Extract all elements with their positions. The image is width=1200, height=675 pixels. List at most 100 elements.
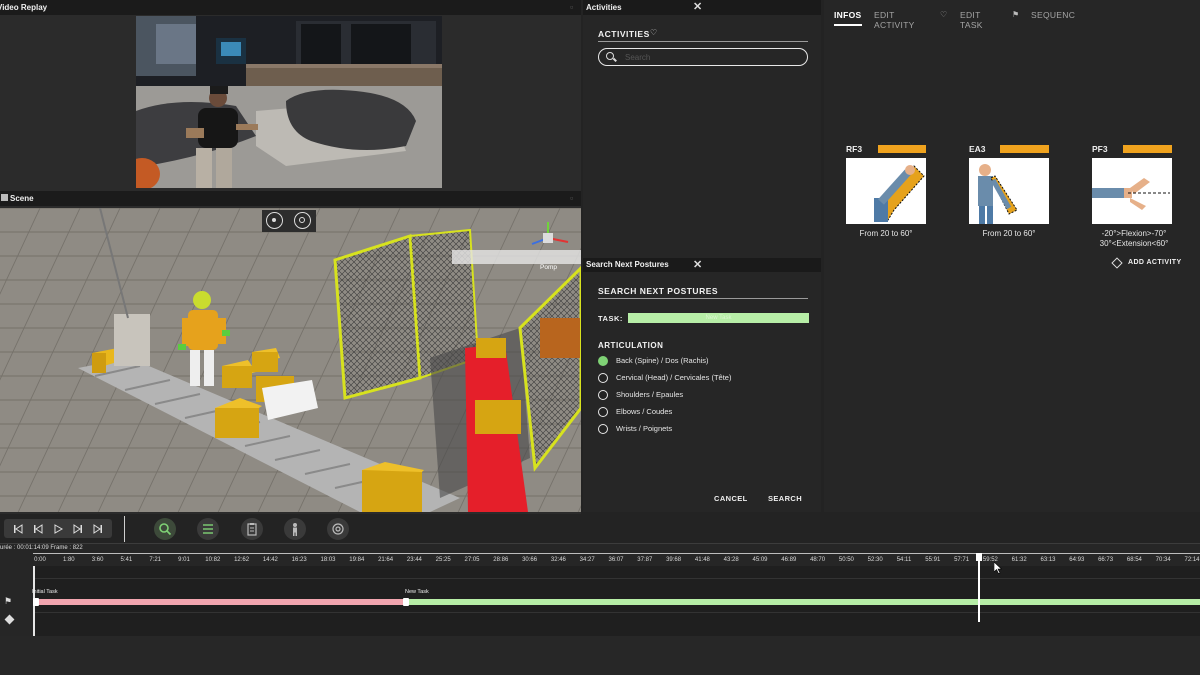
search-icon-handle	[613, 57, 617, 62]
flag-icon: ⚑	[4, 596, 13, 606]
toolbar-separator	[124, 516, 125, 542]
articulation-option-shoulders[interactable]: Shoulders / Epaules	[598, 389, 798, 401]
timeline-track-row	[33, 578, 1200, 579]
timeline-tick-label: 10:82	[205, 557, 221, 563]
task-bar-new[interactable]	[406, 599, 1200, 605]
timeline-tick-label: 7:21	[149, 557, 162, 563]
tab-infos[interactable]: INFOS	[834, 10, 861, 20]
timeline-top-border	[0, 543, 1200, 544]
shoulder-abduction-figure	[978, 164, 1018, 224]
list-icon	[203, 524, 213, 534]
search-posture-button[interactable]	[154, 518, 176, 540]
step-forward-icon[interactable]	[70, 521, 85, 536]
radio-icon	[598, 373, 608, 383]
task-value-field[interactable]: New Task	[628, 313, 809, 323]
search-button[interactable]: SEARCH	[768, 494, 802, 503]
timeline-playhead[interactable]	[978, 553, 980, 622]
posture-card-image[interactable]	[969, 158, 1049, 224]
mouse-cursor-icon	[993, 561, 1003, 579]
back-flexion-figure	[874, 165, 925, 222]
articulation-option-back[interactable]: Back (Spine) / Dos (Rachis)	[598, 355, 798, 367]
posture-card-range: From 20 to 60°	[982, 229, 1036, 238]
posture-card-code: RF3	[846, 144, 863, 154]
timeline-tick-label: 25:25	[435, 557, 451, 563]
posture-card-image[interactable]	[1092, 158, 1172, 224]
avatar-button[interactable]	[284, 518, 306, 540]
posture-card-image[interactable]	[846, 158, 926, 224]
skip-end-icon[interactable]	[90, 521, 105, 536]
task-label-new: New Task	[405, 589, 429, 595]
timeline-tick-label: 43:28	[723, 557, 739, 563]
scene-header: Scene ▫	[0, 191, 581, 206]
timeline-tick-label: 36:07	[608, 557, 624, 563]
timeline-tick-label: 57:71	[954, 557, 970, 563]
scene-menu-icon[interactable]: ▫	[570, 191, 573, 206]
timeline-tick-label: 9:01	[178, 557, 190, 563]
tab-sequence[interactable]: SEQUENC	[1031, 10, 1075, 20]
step-back-icon[interactable]	[30, 521, 45, 536]
target-icon	[332, 523, 344, 535]
add-activity-button[interactable]: ADD ACTIVITY	[1128, 259, 1182, 266]
timeline-tick-label: 70:34	[1155, 557, 1171, 563]
articulation-option-cervical[interactable]: Cervical (Head) / Cervicales (Tête)	[598, 372, 798, 384]
articulation-option-elbows[interactable]: Elbows / Coudes	[598, 406, 798, 418]
settings-button[interactable]	[327, 518, 349, 540]
radio-icon	[598, 424, 608, 434]
articulation-option-wrists[interactable]: Wrists / Poignets	[598, 423, 798, 435]
list-button[interactable]	[197, 518, 219, 540]
activities-search-input[interactable]	[625, 51, 795, 63]
playback-toolbar	[0, 514, 1200, 544]
infos-panel	[824, 0, 1200, 512]
timeline-tick-label: 3:60	[91, 557, 104, 563]
tab-edit-activity[interactable]: EDIT ACTIVITY	[874, 10, 915, 30]
infos-topbar	[583, 0, 821, 15]
articulation-label: Wrists / Poignets	[616, 424, 673, 433]
posture-card-bar	[1000, 145, 1049, 153]
activities-divider	[598, 41, 808, 42]
timeline-time-info: urée : 00:01:14:09 Frame : 822	[0, 545, 83, 551]
edit-task-flag-icon: ⚑	[1012, 10, 1020, 19]
search-postures-title: Search Next Postures	[586, 260, 669, 269]
search-postures-divider	[598, 298, 808, 299]
tab-edit-task[interactable]: EDIT TASK	[960, 10, 983, 30]
timeline-tick-label: 63:13	[1040, 557, 1056, 563]
scene-viewport[interactable]: Pomp	[0, 208, 581, 512]
timeline-tick-label: 32:46	[550, 557, 566, 563]
view-orbit-icon[interactable]	[266, 212, 283, 229]
activities-heading: ACTIVITIES	[598, 29, 650, 39]
scene-title: Scene	[10, 194, 34, 203]
posture-card-bar	[1123, 145, 1172, 153]
timeline-tick-label: 27:05	[464, 557, 480, 563]
articulation-label: Back (Spine) / Dos (Rachis)	[616, 356, 709, 365]
articulation-heading: ARTICULATION	[598, 341, 664, 350]
articulation-label: Shoulders / Epaules	[616, 390, 684, 399]
clipboard-button[interactable]	[241, 518, 263, 540]
timeline-tick-label: 46:89	[781, 557, 797, 563]
skip-start-icon[interactable]	[10, 521, 25, 536]
scene-icon	[1, 194, 8, 201]
person-icon	[293, 523, 297, 536]
radio-icon	[598, 390, 608, 400]
cancel-button[interactable]: CANCEL	[714, 494, 748, 503]
activities-search[interactable]	[598, 48, 808, 66]
posture-card-range-2: 30°<Extension<60°	[1099, 239, 1169, 248]
activities-heart-icon: ♡	[650, 28, 658, 37]
timeline-tick-label: 55:91	[925, 557, 941, 563]
timeline-tick-label: 30:66	[522, 557, 538, 563]
task-bar-initial[interactable]	[36, 599, 406, 605]
video-replay-title: Video Replay	[0, 3, 48, 12]
timeline-track-row	[33, 612, 1200, 613]
timeline-ruler-line	[33, 553, 1200, 554]
play-icon[interactable]	[50, 521, 65, 536]
video-menu-icon[interactable]: ▫	[570, 0, 573, 15]
timeline-tick-label: 54:11	[896, 557, 912, 563]
task-label-initial: Initial Task	[32, 589, 58, 595]
timeline-tick-label: 34:27	[579, 557, 595, 563]
timeline-tick-label: 45:09	[752, 557, 768, 563]
task-marker-icon[interactable]	[33, 598, 39, 606]
task-marker-icon[interactable]	[403, 598, 409, 606]
search-postures-heading: SEARCH NEXT POSTURES	[598, 286, 719, 296]
search-postures-close-icon[interactable]: ✕	[693, 258, 702, 272]
timeline-playhead-handle[interactable]	[976, 553, 983, 561]
view-focus-icon[interactable]	[294, 212, 311, 229]
